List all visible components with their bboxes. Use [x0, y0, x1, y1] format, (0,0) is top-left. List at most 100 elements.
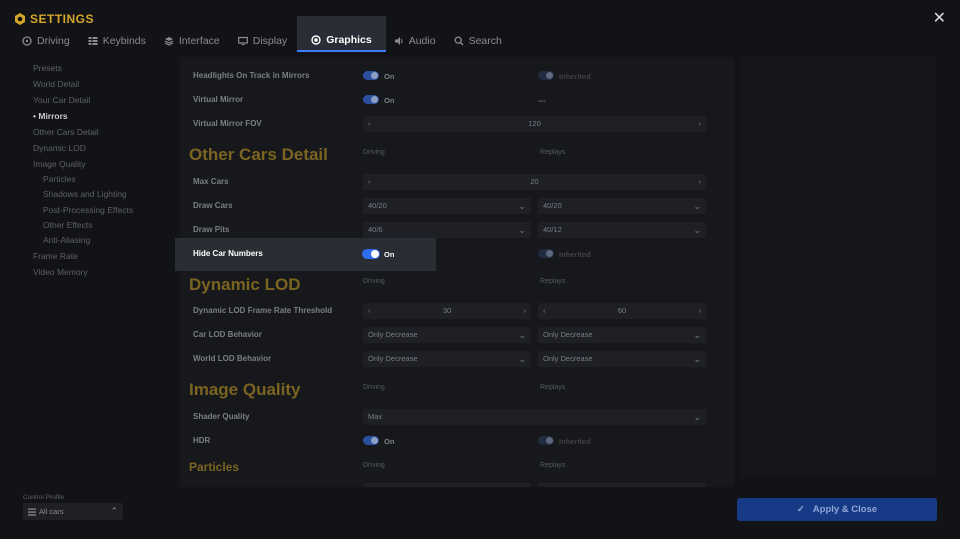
particles-driving-select[interactable] [363, 483, 531, 487]
setting-label: Dynamic LOD Frame Rate Threshold [193, 306, 333, 315]
tab-driving[interactable]: Driving [22, 30, 70, 52]
nav-item-post-processing[interactable]: Post-Processing Effects [33, 203, 173, 218]
draw-cars-driving-select[interactable]: 40/20 ⌄ [363, 198, 531, 214]
setting-row-draw-cars: Draw Cars 40/20 ⌄ 40/20 ⌄ [180, 195, 720, 217]
setting-row-hdr: HDR On Inherited [180, 430, 720, 452]
select-value: Only Decrease [543, 330, 593, 339]
settings-nav: Presets World Detail Your Car Detail • M… [33, 60, 173, 280]
tab-label: Interface [178, 35, 220, 47]
max-cars-stepper[interactable]: ‹ 20 › [363, 174, 706, 190]
setting-label: Virtual Mirror [193, 95, 244, 104]
headlights-toggle[interactable] [363, 71, 379, 80]
chevron-down-icon: ⌄ [693, 201, 701, 211]
draw-cars-replays-select[interactable]: 40/20 ⌄ [538, 198, 706, 214]
apply-close-button[interactable]: ✓ Apply & Close [737, 498, 937, 521]
draw-pits-replays-select[interactable]: 40/12 ⌄ [538, 222, 706, 238]
setting-row-shader-quality: Shader Quality Max ⌄ [180, 406, 720, 428]
nav-item-mirrors[interactable]: • Mirrors [33, 108, 173, 124]
column-header-replays: Replays [540, 278, 566, 285]
column-header-driving: Driving [363, 278, 385, 285]
virtual-mirror-toggle[interactable] [363, 95, 379, 104]
tab-graphics[interactable]: Graphics [297, 16, 386, 52]
tab-label: Driving [37, 35, 70, 47]
increment-icon[interactable]: › [524, 303, 527, 319]
car-lod-replays-select[interactable]: Only Decrease ⌄ [538, 327, 706, 343]
hide-car-numbers-toggle[interactable] [362, 249, 380, 259]
nav-item-shadows-lighting[interactable]: Shadows and Lighting [33, 187, 173, 202]
nav-item-dynamic-lod[interactable]: Dynamic LOD [33, 140, 173, 156]
nav-item-particles[interactable]: Particles [33, 172, 173, 187]
column-header-replays: Replays [540, 462, 566, 469]
close-button[interactable]: ✕ [933, 11, 946, 27]
nav-item-world-detail[interactable]: World Detail [33, 76, 173, 92]
nav-item-image-quality[interactable]: Image Quality [33, 156, 173, 172]
nav-item-presets[interactable]: Presets [33, 60, 173, 76]
setting-label: Max Cars [193, 177, 229, 186]
nav-item-other-effects[interactable]: Other Effects [33, 218, 173, 233]
tab-keybinds[interactable]: Keybinds [88, 30, 146, 52]
chevron-down-icon: ⌄ [518, 330, 526, 340]
hide-numbers-replay-toggle[interactable] [538, 249, 554, 258]
world-lod-driving-select[interactable]: Only Decrease ⌄ [363, 351, 531, 367]
toggle-state: Inherited [559, 72, 591, 81]
headlights-replay-toggle[interactable] [538, 71, 554, 80]
tab-audio[interactable]: Audio [394, 30, 436, 52]
nav-item-anti-aliasing[interactable]: Anti-Aliasing [33, 233, 173, 248]
chevron-down-icon: ⌄ [693, 225, 701, 235]
tab-label: Audio [408, 35, 436, 47]
particles-replays-select[interactable] [538, 483, 706, 487]
control-profile-select[interactable]: All cars ⌃ [23, 503, 123, 520]
setting-label: Draw Cars [193, 201, 233, 210]
stepper-value: 20 [530, 177, 539, 186]
chevron-down-icon: ⌄ [518, 201, 526, 211]
layers-icon [164, 37, 174, 46]
fov-stepper[interactable]: ‹ 120 › [363, 116, 706, 132]
world-lod-replays-select[interactable]: Only Decrease ⌄ [538, 351, 706, 367]
nav-item-other-cars-detail[interactable]: Other Cars Detail [33, 124, 173, 140]
hdr-toggle[interactable] [363, 436, 379, 445]
decrement-icon[interactable]: ‹ [368, 174, 371, 190]
setting-row-world-lod: World LOD Behavior Only Decrease ⌄ Only … [180, 348, 720, 370]
lod-threshold-replays-stepper[interactable]: ‹ 60 › [538, 303, 706, 319]
tab-search[interactable]: Search [454, 30, 502, 52]
nav-item-frame-rate[interactable]: Frame Rate [33, 248, 173, 264]
tab-interface[interactable]: Interface [164, 30, 220, 52]
column-header-replays: Replays [540, 149, 566, 156]
decrement-icon[interactable]: ‹ [543, 303, 546, 319]
setting-label: Headlights On Track in Mirrors [193, 71, 310, 80]
select-value: 40/20 [368, 201, 387, 210]
chevron-down-icon: ⌄ [693, 354, 701, 364]
increment-icon[interactable]: › [699, 116, 702, 132]
toggle-state: Inherited [559, 437, 591, 446]
nav-item-video-memory[interactable]: Video Memory [33, 264, 173, 280]
setting-label: Car LOD Behavior [193, 330, 262, 339]
draw-pits-driving-select[interactable]: 40/6 ⌄ [363, 222, 531, 238]
section-title-other-cars: Other Cars Detail [189, 145, 328, 164]
decrement-icon[interactable]: ‹ [368, 303, 371, 319]
stepper-value: 60 [617, 306, 627, 315]
decrement-icon[interactable]: ‹ [368, 116, 371, 132]
nav-item-label: Mirrors [38, 111, 68, 121]
button-label: Apply & Close [812, 504, 878, 515]
lod-threshold-driving-stepper[interactable]: ‹ 30 › [363, 303, 531, 319]
nav-item-your-car-detail[interactable]: Your Car Detail [33, 92, 173, 108]
setting-row-max-cars: Max Cars ‹ 20 › [180, 171, 720, 193]
tab-label: Graphics [326, 34, 372, 46]
increment-icon[interactable]: › [699, 174, 702, 190]
preview-panel [740, 57, 936, 477]
car-lod-driving-select[interactable]: Only Decrease ⌄ [363, 327, 531, 343]
setting-label: World LOD Behavior [193, 354, 272, 363]
stepper-value: 30 [442, 306, 452, 315]
speaker-icon [394, 37, 403, 45]
tab-label: Display [252, 35, 288, 47]
tab-display[interactable]: Display [237, 30, 288, 52]
setting-label: Shader Quality [193, 412, 250, 421]
column-header-driving: Driving [363, 462, 385, 469]
monitor-icon [237, 36, 248, 45]
steering-wheel-icon [22, 36, 32, 46]
increment-icon[interactable]: › [699, 303, 702, 319]
shader-quality-select[interactable]: Max ⌄ [363, 409, 706, 425]
chevron-down-icon: ⌄ [518, 225, 526, 235]
select-value: Only Decrease [368, 354, 418, 363]
hdr-replay-toggle[interactable] [538, 436, 554, 445]
